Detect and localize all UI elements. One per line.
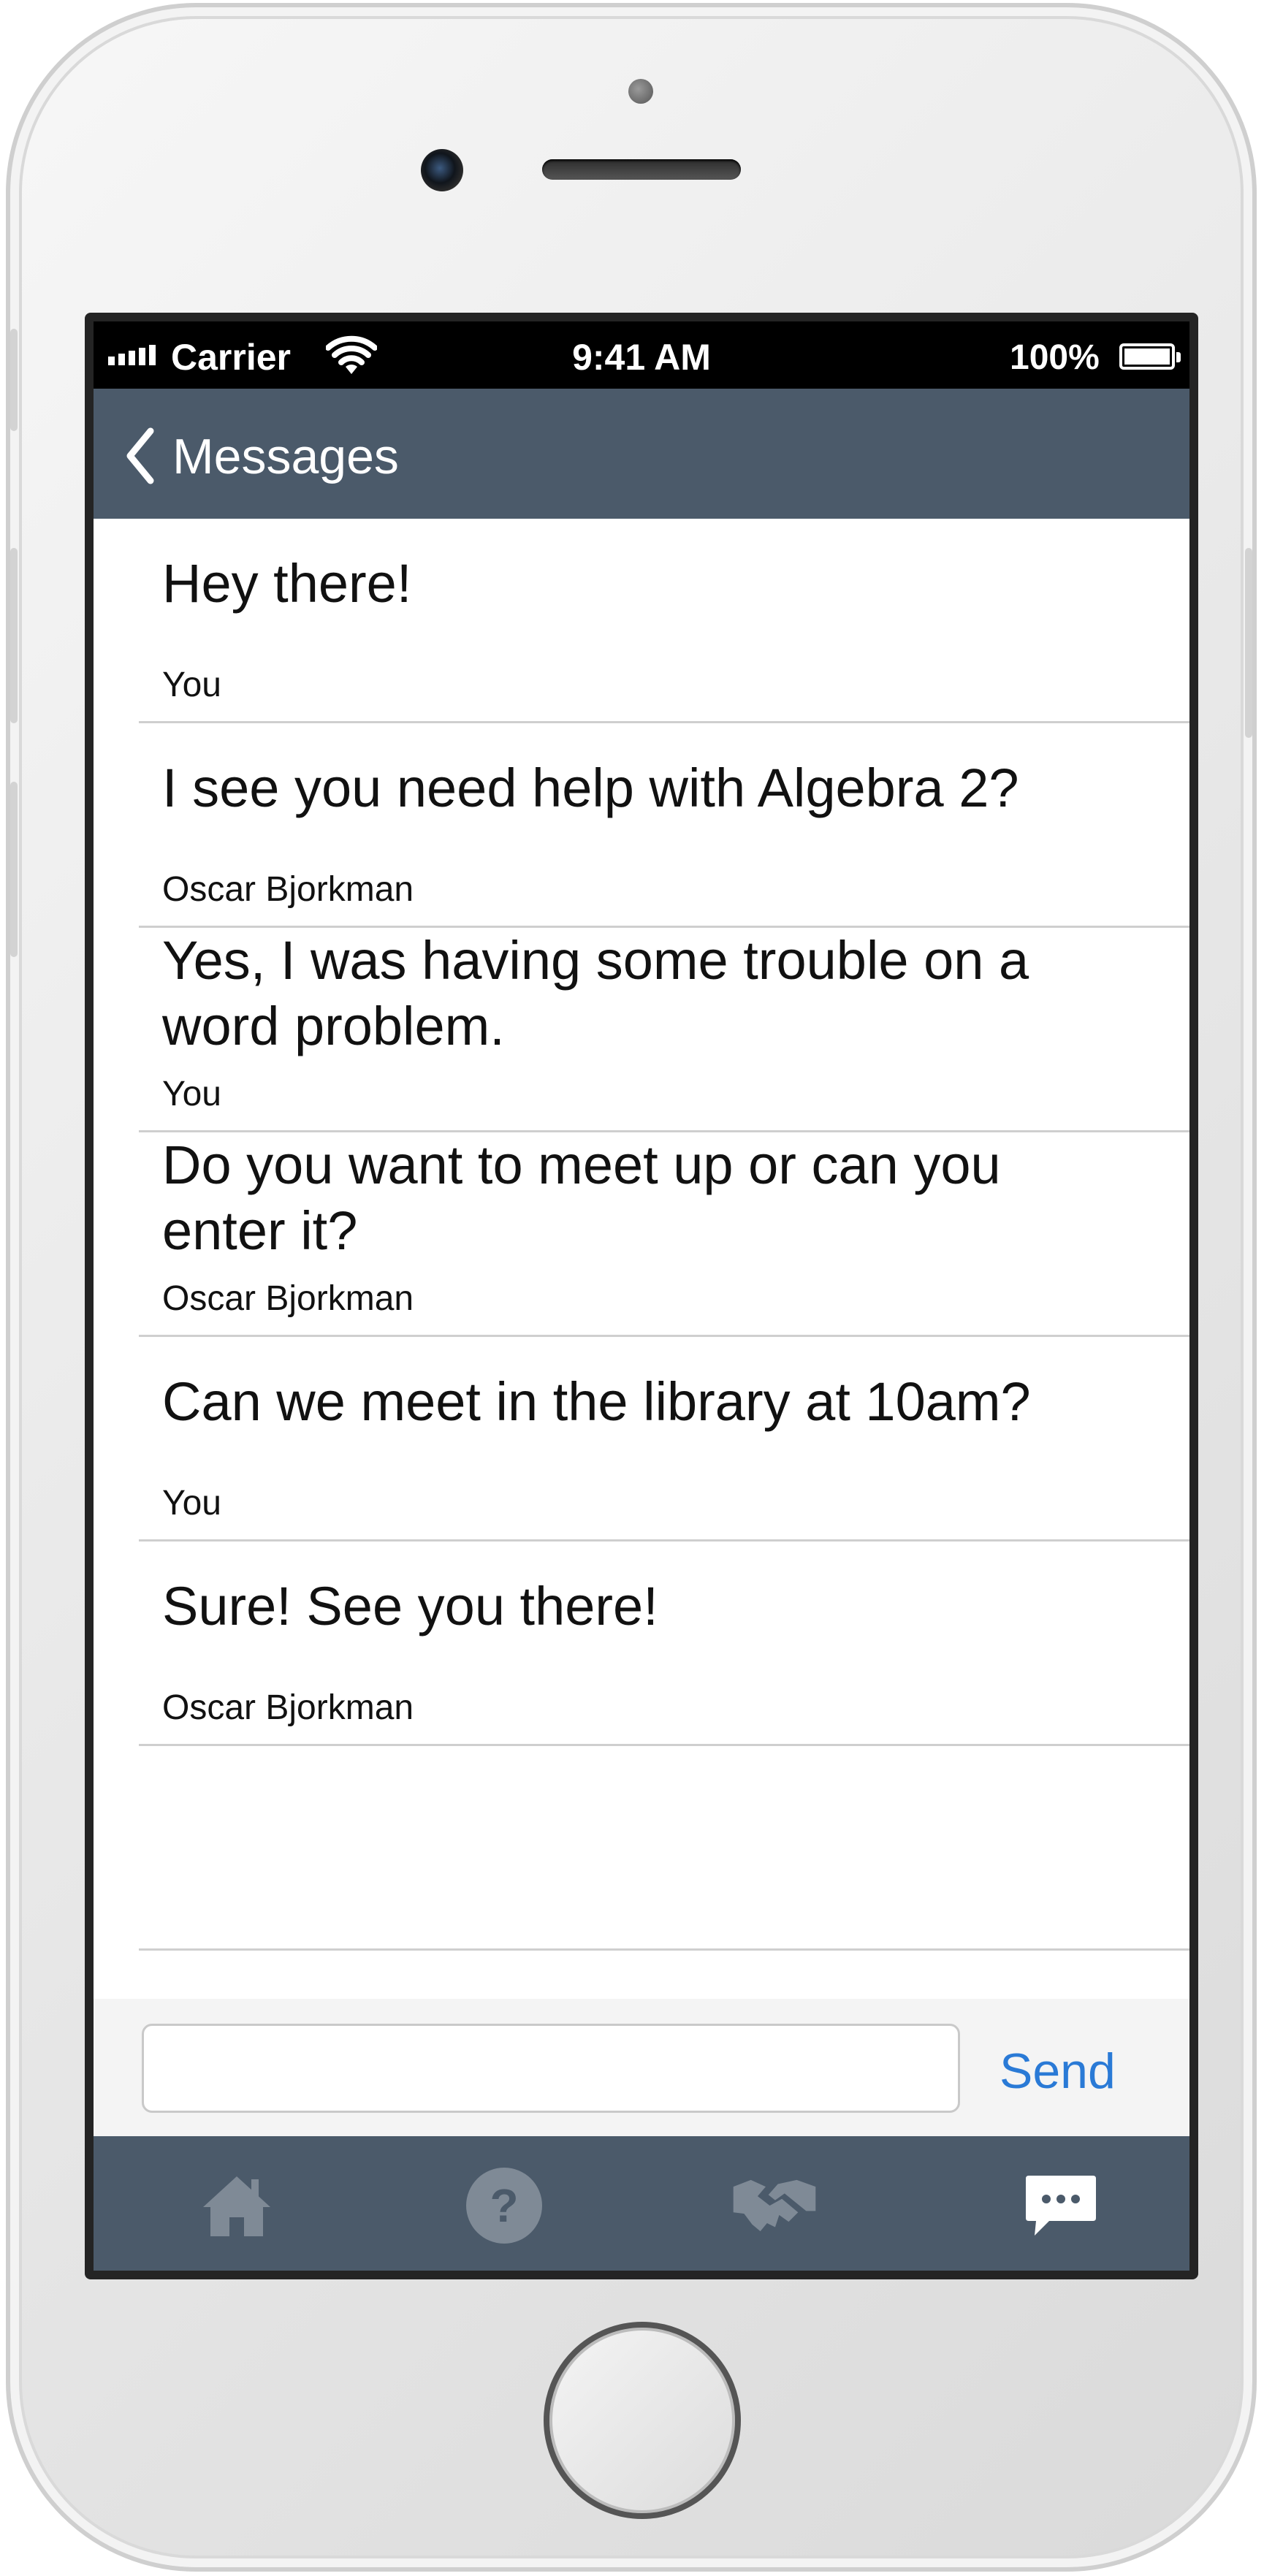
message-text: Yes, I was having some trouble on a word… [162,930,1029,1056]
message-composer: Send [94,1999,1189,2136]
wifi-icon [326,335,377,374]
front-camera [421,149,463,191]
clock: 9:41 AM [572,337,711,378]
home-icon [203,2176,270,2236]
message-sender: Oscar Bjorkman [162,870,414,909]
volume-up-button [10,548,18,723]
tab-partners[interactable] [731,2165,818,2246]
message-item: Can we meet in the library at 10am? You [139,1337,1189,1542]
message-text: Hey there! [162,553,412,614]
message-sender: Oscar Bjorkman [162,1688,414,1727]
message-sender: You [162,1075,221,1113]
navigation-bar: Messages [94,389,1189,519]
message-sender: You [162,666,221,704]
chat-icon [1026,2176,1096,2236]
message-sender: You [162,1484,221,1523]
help-icon: ? [466,2168,542,2244]
svg-text:?: ? [490,2179,518,2232]
battery-icon [1119,343,1181,370]
message-item: Sure! See you there! Oscar Bjorkman [139,1542,1189,1746]
mute-switch [10,329,18,431]
earpiece-speaker [542,159,741,180]
message-item: I see you need help with Algebra 2? Osca… [139,723,1189,928]
tab-home[interactable] [193,2165,281,2246]
tab-messages[interactable] [1017,2165,1105,2246]
message-text: Can we meet in the library at 10am? [162,1371,1031,1432]
power-button [1245,548,1252,738]
message-item: Do you want to meet up or can you enter … [139,1132,1189,1337]
phone-frame: Carrier 9:41 AM 100% Messages Hey there!… [6,3,1257,2572]
tab-help[interactable]: ? [460,2165,548,2246]
message-list: Hey there! You I see you need help with … [94,519,1189,1951]
back-button[interactable]: Messages [172,428,399,485]
message-input[interactable] [142,2024,960,2113]
proximity-sensor [628,79,653,104]
app-display: Carrier 9:41 AM 100% Messages Hey there!… [94,321,1189,2271]
battery-percentage: 100% [1010,338,1100,377]
volume-down-button [10,782,18,957]
tab-bar: ? [94,2136,1189,2271]
signal-strength-icon [108,345,156,365]
status-bar: Carrier 9:41 AM 100% [94,321,1189,389]
message-text: I see you need help with Algebra 2? [162,758,1019,818]
message-item: Yes, I was having some trouble on a word… [139,928,1189,1132]
screen: Carrier 9:41 AM 100% Messages Hey there!… [85,313,1198,2279]
chevron-left-icon[interactable] [124,427,156,485]
message-item: Hey there! You [139,519,1189,723]
empty-list-row [139,1746,1189,1951]
send-button[interactable]: Send [1000,2043,1116,2100]
message-text: Do you want to meet up or can you enter … [162,1135,1001,1261]
message-sender: Oscar Bjorkman [162,1279,414,1318]
handshake-icon [733,2179,816,2232]
message-text: Sure! See you there! [162,1576,658,1636]
home-button[interactable] [544,2322,741,2519]
carrier-label: Carrier [171,337,291,378]
